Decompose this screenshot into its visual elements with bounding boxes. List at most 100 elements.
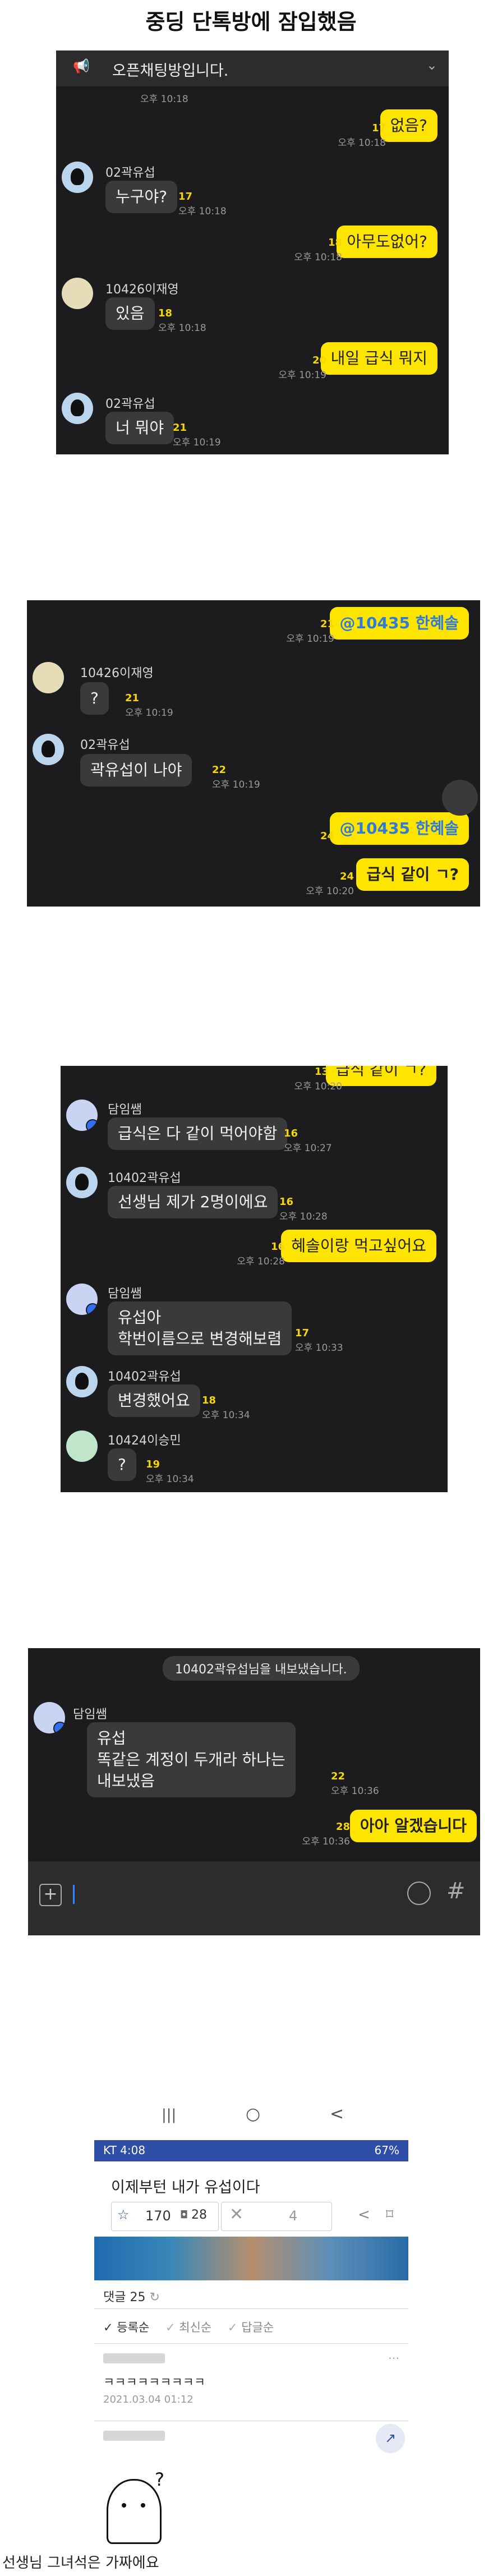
comment-icon: ◘ [180, 2209, 188, 2221]
refresh-icon[interactable]: ↻ [149, 2290, 159, 2304]
message-bubble-out[interactable]: 급식 같이 ㄱ? [325, 1066, 436, 1086]
sender-name: 10402곽유섭 [108, 1171, 181, 1185]
message-bubble-out[interactable]: 급식 같이 ㄱ? [356, 858, 469, 891]
carrier-time: KT 4:08 [103, 2143, 146, 2157]
like-button[interactable]: ☆ 170 ◘ 28 [111, 2202, 219, 2231]
system-nav-bar: ||| ○ < [94, 2090, 408, 2140]
message-bubble-in[interactable]: 유섭아 학번이름으로 변경해보렴 [108, 1301, 292, 1355]
avatar[interactable] [33, 734, 64, 765]
check-icon: ✓ [165, 2321, 176, 2334]
timestamp: 오후 10:19 [278, 370, 326, 381]
comment-item: ⋯ ㅋㅋㅋㅋㅋㅋㅋㅋㅋ 2021.03.04 01:12 [103, 2351, 399, 2413]
unread-count: 17 [295, 1327, 310, 1339]
sender-name: 담임쌤 [73, 1708, 107, 1722]
unread-count: 17 [371, 122, 386, 134]
notice-text: 오픈채팅방입니다. [112, 62, 229, 80]
unread-count: 22 [212, 764, 227, 776]
message-bubble-in[interactable]: 유섭 똑같은 계정이 두개라 하나는 내보냈음 [87, 1722, 296, 1797]
message-bubble-in[interactable]: ? [108, 1448, 136, 1481]
message-bubble-out[interactable]: 아아 알겠습니다 [349, 1810, 477, 1842]
sender-name: 담임쌤 [108, 1287, 142, 1301]
sort-replies[interactable]: 답글순 [241, 2321, 274, 2334]
unread-count: 28 [335, 1821, 350, 1833]
avatar[interactable] [33, 662, 64, 693]
home-button[interactable]: ○ [246, 2104, 260, 2124]
unread-count: 18 [158, 307, 173, 319]
message-bubble-out[interactable]: 아무도없어? [337, 226, 437, 258]
sender-name: 10402곽유섭 [108, 1370, 181, 1384]
hash-icon[interactable]: # [446, 1878, 466, 1904]
sort-register[interactable]: 등록순 [117, 2321, 149, 2334]
timestamp: 오후 10:27 [284, 1143, 332, 1154]
back-button[interactable]: < [330, 2104, 344, 2124]
avatar[interactable] [62, 393, 93, 424]
message-bubble-in[interactable]: 변경했어요 [108, 1384, 200, 1417]
unread-count: 21 [125, 692, 140, 704]
avatar[interactable] [66, 1100, 98, 1131]
message-bubble-in[interactable]: ? [80, 682, 109, 715]
megaphone-icon: 📢 [73, 58, 90, 74]
unread-count: 16 [270, 1241, 285, 1253]
timestamp: 오후 10:18 [140, 94, 188, 105]
unread-count: 20 [312, 355, 326, 366]
check-icon: ✓ [227, 2321, 238, 2334]
timestamp: 오후 10:18 [158, 323, 206, 334]
message-bubble-in[interactable]: 곽유섭이 나야 [80, 754, 192, 786]
avatar[interactable] [66, 1430, 98, 1462]
timestamp: 오후 10:28 [237, 1256, 285, 1267]
timestamp: 오후 10:19 [173, 437, 221, 448]
avatar[interactable] [66, 1167, 98, 1198]
unread-count: 16 [279, 1196, 294, 1208]
check-icon: ✓ [103, 2321, 113, 2334]
comment-item: ? [103, 2428, 399, 2544]
text-cursor [73, 1885, 75, 1904]
more-icon[interactable]: ⋯ [388, 2351, 399, 2365]
comments-header: 댓글 25 ↻ [103, 2287, 160, 2305]
avatar[interactable] [62, 278, 93, 309]
sort-options: ✓ 등록순 ✓ 최신순 ✓ 답글순 [103, 2319, 274, 2335]
sender-name: 10424이승민 [108, 1434, 181, 1448]
phone-screenshot: ||| ○ < KT 4:08 67% 이제부턴 내가 유섭이다 ☆ 170 ◘… [94, 2090, 408, 2550]
message-input[interactable] [73, 1882, 387, 1906]
avatar[interactable] [66, 1366, 98, 1397]
page-title: 중딩 단톡방에 잠입했음 [145, 10, 357, 34]
sender-name: 10426이재영 [80, 666, 154, 680]
recents-button[interactable]: ||| [162, 2106, 176, 2123]
notice-bar[interactable]: 📢 오픈채팅방입니다. ⌄ [56, 50, 449, 86]
avatar[interactable] [34, 1702, 65, 1733]
blurred-banner[interactable] [94, 2237, 408, 2280]
divider [94, 2343, 408, 2344]
thumbs-up-icon: ☆ [117, 2207, 130, 2223]
question-mark-icon: ? [155, 2469, 164, 2490]
status-bar: KT 4:08 67% [94, 2140, 408, 2161]
message-bubble-out[interactable]: 없음? [380, 109, 437, 142]
timestamp: 오후 10:36 [331, 1786, 379, 1797]
avatar[interactable] [66, 1284, 98, 1315]
scroll-button[interactable] [442, 780, 478, 816]
chat-panel-2: @10435 한혜솔 21 오후 10:19 10426이재영 ? 21 오후 … [27, 600, 480, 907]
mention-bubble[interactable]: @10435 한혜솔 [329, 607, 469, 640]
message-bubble-in[interactable]: 있음 [105, 297, 155, 330]
bookmark-icon[interactable]: ⌑ [386, 2206, 393, 2223]
chat-panel-1: 📢 오픈채팅방입니다. ⌄ 오후 10:18 없음? 17 오후 10:18 0… [56, 50, 449, 454]
message-bubble-out[interactable]: 혜솔이랑 먹고싶어요 [281, 1230, 436, 1262]
message-bubble-in[interactable]: 누구야? [105, 181, 178, 213]
message-bubble-in[interactable]: 너 뭐야 [105, 412, 174, 444]
message-bubble-in[interactable]: 선생님 제가 2명이에요 [108, 1186, 278, 1218]
chevron-down-icon[interactable]: ⌄ [426, 57, 437, 73]
mention-bubble[interactable]: @10435 한혜솔 [329, 812, 469, 845]
unread-count: 21 [173, 422, 187, 434]
message-bubble-out[interactable]: 내일 급식 뭐지 [320, 342, 437, 375]
share-icon[interactable]: < [358, 2206, 370, 2223]
avatar[interactable] [62, 162, 93, 193]
emoji-icon[interactable] [407, 1882, 431, 1905]
unread-count: 18 [328, 237, 342, 249]
plus-icon[interactable]: + [39, 1884, 62, 1906]
chat-panel-3: 급식 같이 ㄱ? 13 오후 10:20 담임쌤 급식은 다 같이 먹어야함 1… [61, 1066, 448, 1492]
system-notice: 10402곽유섭님을 내보냈습니다. [163, 1656, 360, 1681]
unread-count: 24 [320, 830, 334, 842]
sort-latest[interactable]: 최신순 [179, 2321, 211, 2334]
message-bubble-in[interactable]: 급식은 다 같이 먹어야함 [108, 1117, 288, 1150]
dislike-button[interactable]: ✕ 4 [221, 2202, 332, 2231]
scroll-top-button[interactable]: ↗ [376, 2424, 405, 2453]
